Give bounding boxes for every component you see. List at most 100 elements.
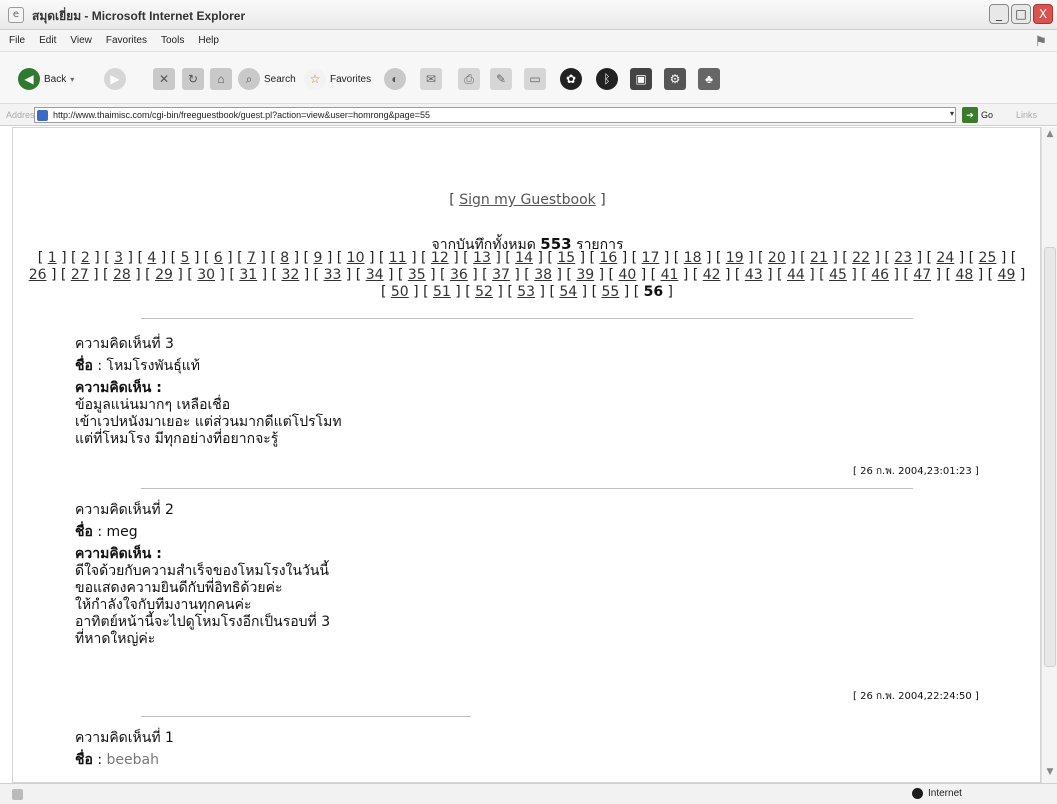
page-link-30[interactable]: 30 [197,267,215,283]
sign-guestbook-link[interactable]: Sign my Guestbook [459,192,596,208]
page-link-33[interactable]: 33 [324,267,342,283]
page-link-44[interactable]: 44 [787,267,805,283]
discuss-button[interactable]: ▭ [524,68,546,90]
page-link-51[interactable]: 51 [433,284,451,300]
page-bracket: ] [720,267,731,283]
page-bracket: ] [743,250,754,266]
author-name: meg [106,524,138,540]
minimize-button[interactable]: _ [989,4,1009,24]
menu-file[interactable]: File [0,30,32,46]
page-link-3[interactable]: 3 [114,250,123,266]
extra-button[interactable]: ♣ [698,68,720,90]
scroll-up-icon[interactable]: ▲ [1044,129,1056,141]
page-link-54[interactable]: 54 [559,284,577,300]
stop-button[interactable]: ✕ [153,68,175,90]
messenger-button[interactable]: ✿ [560,68,582,90]
page-link-11[interactable]: 11 [389,250,407,266]
bluetooth-button[interactable]: ᛒ [596,68,618,90]
page-link-20[interactable]: 20 [768,250,786,266]
page-link-56[interactable]: 56 [644,284,663,300]
address-input[interactable]: http://www.thaimisc.com/cgi-bin/freegues… [34,107,956,123]
refresh-button[interactable]: ↻ [182,68,204,90]
page-link-2[interactable]: 2 [81,250,90,266]
page-link-34[interactable]: 34 [366,267,384,283]
close-button[interactable]: X [1033,4,1053,24]
page-link-26[interactable]: 26 [29,267,47,283]
page-link-18[interactable]: 18 [684,250,702,266]
page-link-52[interactable]: 52 [475,284,493,300]
page-link-47[interactable]: 47 [913,267,931,283]
go-button[interactable]: ➔ Go [962,107,993,123]
scroll-down-icon[interactable]: ▼ [1044,767,1056,779]
page-link-39[interactable]: 39 [576,267,594,283]
research-button[interactable]: ▣ [630,68,652,90]
page-link-28[interactable]: 28 [113,267,131,283]
page-link-14[interactable]: 14 [515,250,533,266]
page-link-40[interactable]: 40 [618,267,636,283]
page-link-1[interactable]: 1 [48,250,57,266]
page-link-13[interactable]: 13 [473,250,491,266]
page-link-31[interactable]: 31 [239,267,257,283]
menu-help[interactable]: Help [191,30,226,46]
page-link-55[interactable]: 55 [602,284,620,300]
links-label[interactable]: Links [1016,110,1037,120]
page-link-41[interactable]: 41 [661,267,679,283]
page-link-37[interactable]: 37 [492,267,510,283]
page-link-19[interactable]: 19 [726,250,744,266]
page-link-23[interactable]: 23 [894,250,912,266]
vertical-scrollbar[interactable]: ▲ ▼ [1041,127,1057,783]
page-link-12[interactable]: 12 [431,250,449,266]
page-link-25[interactable]: 25 [979,250,997,266]
tool-button[interactable]: ⚙ [664,68,686,90]
page-link-8[interactable]: 8 [280,250,289,266]
address-url[interactable]: http://www.thaimisc.com/cgi-bin/freegues… [53,110,430,120]
page-link-50[interactable]: 50 [391,284,409,300]
page-link-45[interactable]: 45 [829,267,847,283]
menu-view[interactable]: View [63,30,99,46]
page-link-38[interactable]: 38 [534,267,552,283]
page-link-22[interactable]: 22 [852,250,870,266]
page-bracket: ] [1015,267,1026,283]
page-link-48[interactable]: 48 [955,267,973,283]
page-bracket: ] [577,284,588,300]
star-icon: ☆ [304,68,326,90]
scroll-thumb[interactable] [1044,247,1056,667]
page-link-29[interactable]: 29 [155,267,173,283]
page-link-36[interactable]: 36 [450,267,468,283]
print-button[interactable]: ⎙ [458,68,480,90]
page-link-49[interactable]: 49 [998,267,1016,283]
menu-tools[interactable]: Tools [154,30,191,46]
page-link-17[interactable]: 17 [642,250,660,266]
back-button[interactable]: ◀ Back ▾ [18,68,74,90]
media-button[interactable]: ◐ [384,68,406,90]
page-link-53[interactable]: 53 [517,284,535,300]
page-link-5[interactable]: 5 [181,250,190,266]
chevron-down-icon[interactable]: ▾ [950,109,954,118]
forward-button[interactable]: ▶ [104,68,126,90]
page-link-21[interactable]: 21 [810,250,828,266]
search-button[interactable]: ⌕ Search [238,68,296,90]
page-link-24[interactable]: 24 [936,250,954,266]
page-link-16[interactable]: 16 [599,250,617,266]
menu-favorites[interactable]: Favorites [99,30,154,46]
home-button[interactable]: ⌂ [210,68,232,90]
page-link-46[interactable]: 46 [871,267,889,283]
page-link-4[interactable]: 4 [147,250,156,266]
mail-button[interactable]: ✉ [420,68,442,90]
page-link-6[interactable]: 6 [214,250,223,266]
page-link-35[interactable]: 35 [408,267,426,283]
favorites-button[interactable]: ☆ Favorites [304,68,371,90]
page-bracket: ] [89,250,100,266]
page-link-15[interactable]: 15 [557,250,575,266]
page-link-42[interactable]: 42 [703,267,721,283]
maximize-button[interactable]: □ [1011,4,1031,24]
menu-edit[interactable]: Edit [32,30,63,46]
page-link-27[interactable]: 27 [71,267,89,283]
page-link-7[interactable]: 7 [247,250,256,266]
page-link-43[interactable]: 43 [745,267,763,283]
page-bracket: [ [71,250,81,266]
page-link-32[interactable]: 32 [281,267,299,283]
address-bar: Address http://www.thaimisc.com/cgi-bin/… [0,104,1057,126]
page-link-10[interactable]: 10 [347,250,365,266]
edit-button[interactable]: ✎ [490,68,512,90]
